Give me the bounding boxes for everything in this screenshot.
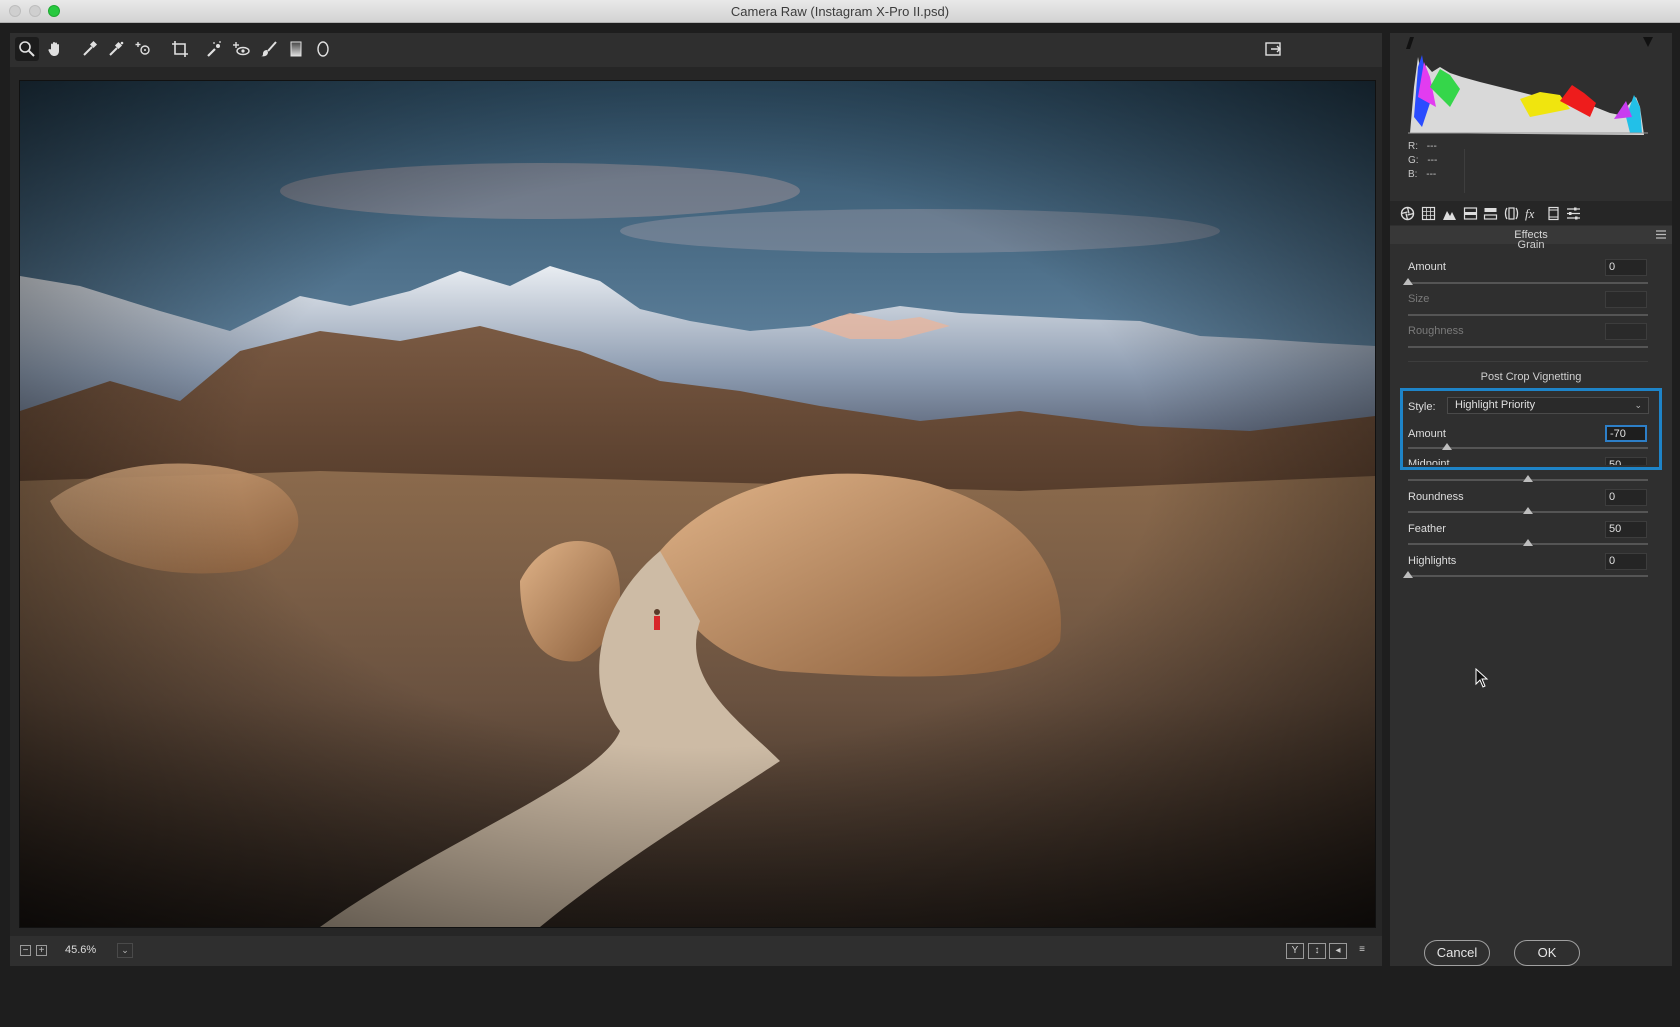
vignette-feather-label: Feather (1408, 523, 1446, 535)
toggle-settings-button[interactable]: ≡ (1353, 943, 1371, 959)
hsl-icon (1463, 206, 1477, 220)
split-toning-icon (1483, 207, 1497, 220)
grain-roughness-label: Roughness (1408, 325, 1464, 337)
grain-size-field[interactable] (1605, 291, 1647, 308)
histogram (1400, 37, 1655, 147)
red-readout: R: --- (1408, 141, 1437, 152)
photo-preview[interactable] (19, 80, 1376, 928)
color-sampler-tool[interactable] (104, 37, 128, 61)
radial-filter-icon (317, 41, 329, 57)
tab-presets[interactable] (1564, 204, 1582, 222)
adjustment-brush-icon (261, 41, 277, 57)
radial-filter-tool[interactable] (311, 37, 335, 61)
spot-removal-icon (207, 41, 221, 57)
aperture-icon (1400, 206, 1414, 220)
zoom-dropdown[interactable]: ⌄ (117, 943, 133, 958)
vignette-feather-thumb[interactable] (1523, 539, 1533, 546)
landscape-photo (20, 81, 1375, 927)
preferences-button[interactable] (1261, 37, 1285, 61)
vignette-highlights-thumb[interactable] (1403, 571, 1413, 578)
panel-tabs: fx (1390, 201, 1672, 225)
mouse-cursor-icon (1475, 668, 1489, 688)
panel-menu-icon[interactable] (1656, 230, 1666, 239)
white-balance-icon (83, 40, 98, 56)
tone-curve-icon (1421, 206, 1435, 220)
spot-removal-tool[interactable] (202, 37, 226, 61)
tab-hsl[interactable] (1461, 204, 1479, 222)
image-canvas (10, 67, 1382, 936)
graduated-filter-tool[interactable] (284, 37, 308, 61)
detail-icon (1442, 210, 1456, 220)
crop-icon (172, 41, 188, 57)
vignette-title: Post Crop Vignetting (1480, 371, 1582, 383)
before-after-view-button[interactable]: Y (1286, 943, 1304, 959)
tab-camera-calibration[interactable] (1544, 204, 1562, 222)
vignette-highlights-field[interactable]: 0 (1605, 553, 1647, 570)
zoom-in-button[interactable]: + (36, 945, 47, 956)
adjustments-panel: R: --- G: --- B: --- fx Effects Grain Am… (1390, 33, 1672, 966)
zoom-icon (19, 41, 35, 57)
zoom-out-button[interactable]: − (20, 945, 31, 956)
vignette-highlights-slider[interactable] (1408, 575, 1648, 577)
grain-roughness-slider[interactable] (1408, 346, 1648, 348)
white-balance-tool[interactable] (78, 37, 102, 61)
targeted-adjustment-icon (135, 42, 150, 55)
vignette-highlights-label: Highlights (1408, 555, 1457, 567)
grain-size-slider[interactable] (1408, 314, 1648, 316)
hand-tool[interactable] (43, 37, 67, 61)
readout-separator (1464, 149, 1465, 193)
crop-tool[interactable] (168, 37, 192, 61)
grain-roughness-field[interactable] (1605, 323, 1647, 340)
grain-title: Grain (1517, 239, 1545, 251)
swap-settings-button[interactable]: ↕ (1308, 943, 1326, 959)
targeted-adjustment-tool[interactable] (132, 37, 156, 61)
svg-text:fx: fx (1525, 206, 1535, 221)
grain-amount-slider[interactable] (1408, 282, 1648, 284)
tab-tone-curve[interactable] (1419, 204, 1437, 222)
vignette-midpoint-thumb[interactable] (1523, 475, 1533, 482)
red-eye-icon (233, 42, 250, 56)
preferences-icon (1265, 42, 1281, 56)
color-sampler-icon (109, 41, 124, 56)
zoom-level: 45.6% (65, 944, 97, 956)
blue-readout: B: --- (1408, 169, 1437, 180)
hand-icon (48, 42, 59, 56)
grain-amount-label: Amount (1408, 261, 1446, 273)
fx-icon: fx (1525, 206, 1535, 221)
camera-calibration-icon (1547, 206, 1559, 220)
vignette-feather-field[interactable]: 50 (1605, 521, 1647, 538)
green-readout: G: --- (1408, 155, 1438, 166)
vignette-roundness-label: Roundness (1408, 491, 1464, 503)
status-bar: − + 45.6% ⌄ Y ↕ ◂ ≡ (10, 936, 1382, 966)
red-eye-tool[interactable] (229, 37, 253, 61)
ok-button[interactable]: OK (1514, 940, 1580, 966)
lens-icon (1504, 206, 1518, 220)
grain-amount-thumb[interactable] (1403, 278, 1413, 285)
tab-lens-corrections[interactable] (1502, 204, 1520, 222)
window-titlebar: Camera Raw (Instagram X-Pro II.psd) (0, 0, 1680, 23)
tab-basic[interactable] (1398, 204, 1416, 222)
tab-effects[interactable]: fx (1523, 204, 1541, 222)
zoom-tool[interactable] (15, 37, 39, 61)
window-title: Camera Raw (Instagram X-Pro II.psd) (730, 4, 950, 19)
copy-settings-button[interactable]: ◂ (1329, 943, 1347, 959)
cancel-button[interactable]: Cancel (1424, 940, 1490, 966)
tab-split-toning[interactable] (1481, 204, 1499, 222)
adjustment-brush-tool[interactable] (257, 37, 281, 61)
vignette-roundness-field[interactable]: 0 (1605, 489, 1647, 506)
tool-bar (10, 33, 1382, 67)
highlight-frame (1400, 388, 1662, 470)
grain-size-label: Size (1408, 293, 1430, 305)
vignette-roundness-thumb[interactable] (1523, 507, 1533, 514)
graduated-filter-icon (290, 41, 302, 57)
grain-amount-field[interactable]: 0 (1605, 259, 1647, 276)
sliders-icon (1566, 207, 1580, 219)
group-divider (1408, 361, 1648, 362)
tab-detail[interactable] (1440, 204, 1458, 222)
